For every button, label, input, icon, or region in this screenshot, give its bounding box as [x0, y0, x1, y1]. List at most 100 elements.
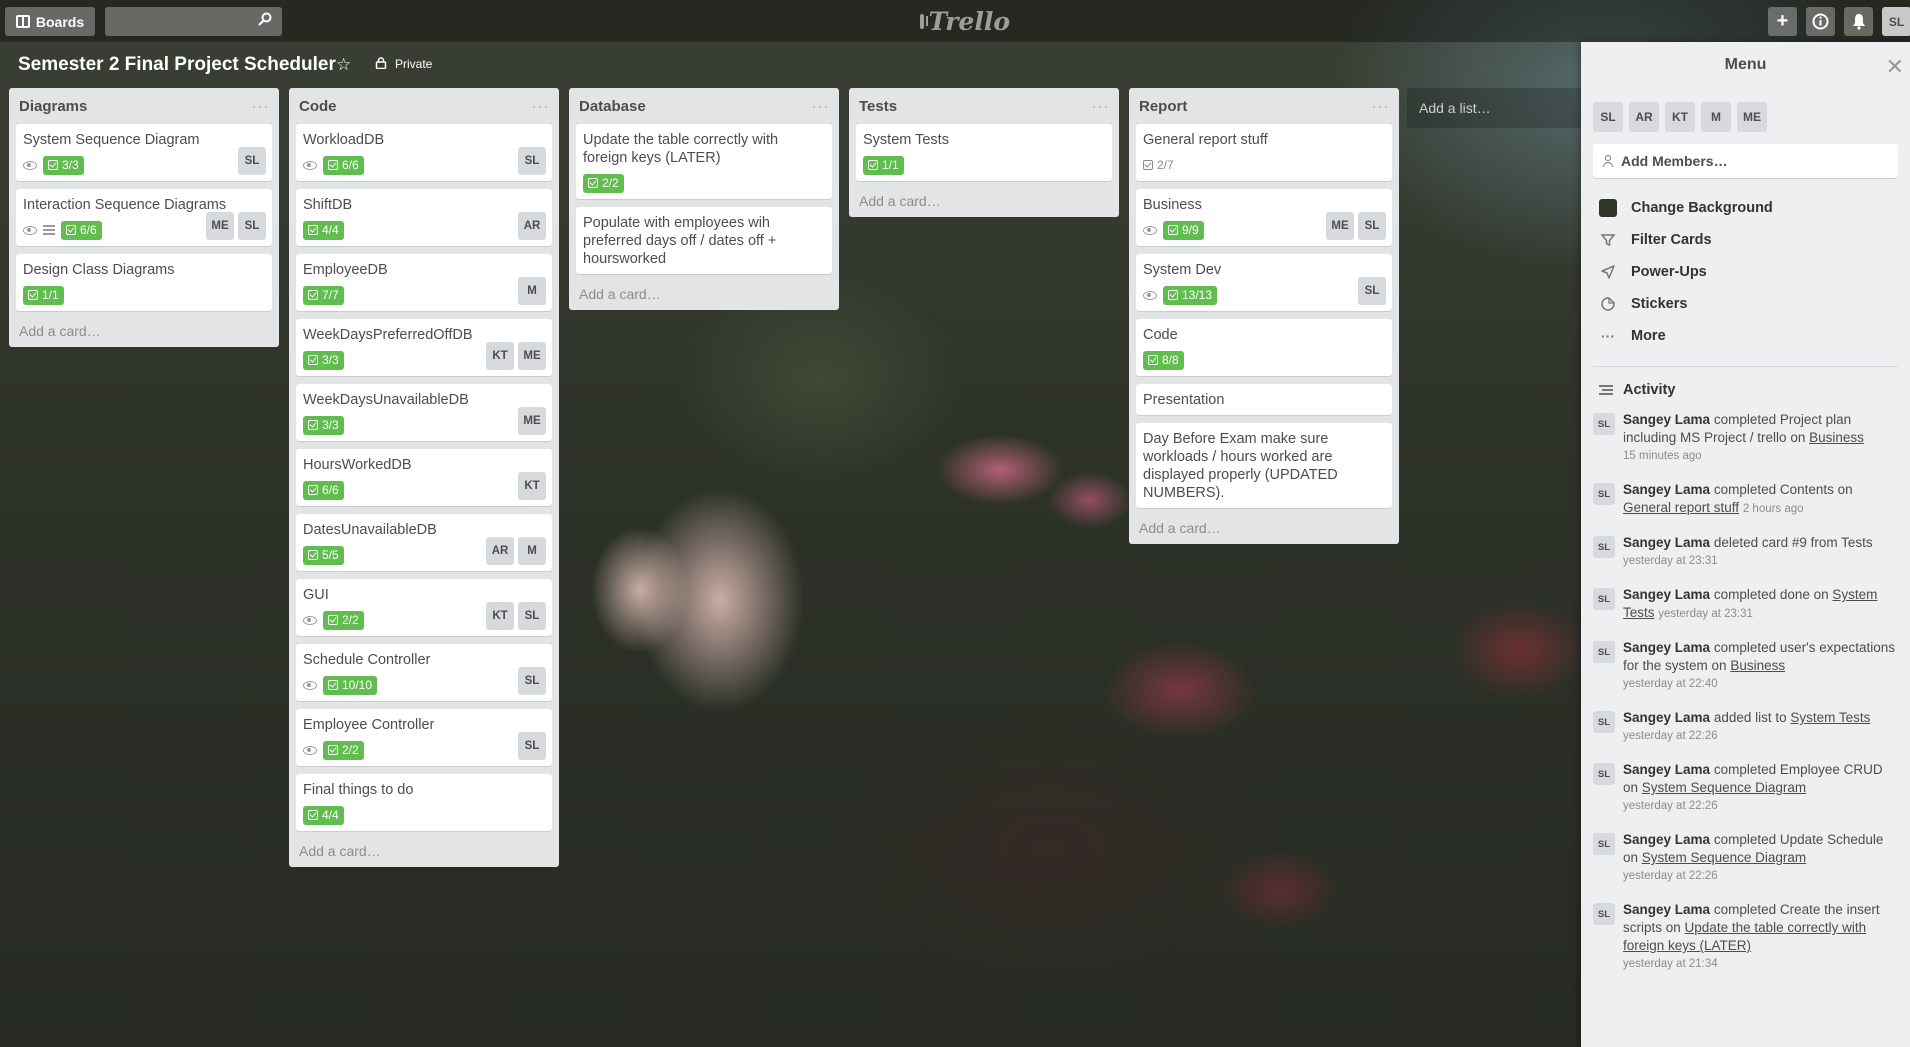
search-input[interactable] [105, 7, 282, 36]
member-avatar[interactable]: M [1701, 102, 1731, 132]
card[interactable]: HoursWorkedDB 6/6 KT [296, 449, 552, 506]
member-avatar[interactable]: ME [518, 342, 546, 370]
activity-time[interactable]: 2 hours ago [1743, 503, 1804, 515]
list-menu-icon[interactable]: ··· [1092, 98, 1109, 114]
member-avatar[interactable]: KT [486, 342, 514, 370]
activity-card-link[interactable]: Business [1730, 658, 1785, 673]
activity-time[interactable]: yesterday at 22:26 [1623, 797, 1898, 815]
card[interactable]: ShiftDB 4/4 AR [296, 189, 552, 246]
list-menu-icon[interactable]: ··· [532, 98, 549, 114]
member-avatar[interactable]: SL [518, 732, 546, 760]
member-avatar[interactable]: M [518, 537, 546, 565]
add-button[interactable]: + [1768, 7, 1797, 36]
card[interactable]: WeekDaysPreferredOffDB 3/3 KT ME [296, 319, 552, 376]
card[interactable]: Day Before Exam make sure workloads / ho… [1136, 423, 1392, 508]
card[interactable]: System Sequence Diagram 3/3 SL [16, 124, 272, 181]
stickers-item[interactable]: Stickers [1593, 288, 1898, 320]
add-card-button[interactable]: Add a card… [576, 282, 832, 302]
card[interactable]: System Dev 13/13 SL [1136, 254, 1392, 311]
member-avatar[interactable]: KT [518, 472, 546, 500]
member-avatar[interactable]: SL [238, 147, 266, 175]
member-avatar[interactable]: SL [1593, 711, 1615, 733]
card[interactable]: Schedule Controller 10/10 SL [296, 644, 552, 701]
list-title[interactable]: Diagrams [19, 98, 87, 115]
change-background-item[interactable]: Change Background [1593, 192, 1898, 224]
activity-time[interactable]: yesterday at 22:26 [1623, 727, 1870, 745]
card[interactable]: GUI 2/2 KT SL [296, 579, 552, 636]
card[interactable]: Interaction Sequence Diagrams 6/6 ME SL [16, 189, 272, 246]
activity-member[interactable]: Sangey Lama [1623, 710, 1710, 725]
member-avatar[interactable]: SL [1593, 483, 1615, 505]
card[interactable]: WorkloadDB 6/6 SL [296, 124, 552, 181]
power-ups-item[interactable]: Power-Ups [1593, 256, 1898, 288]
activity-member[interactable]: Sangey Lama [1623, 832, 1710, 847]
list-title[interactable]: Code [299, 98, 337, 115]
member-avatar[interactable]: SL [1593, 536, 1615, 558]
add-card-button[interactable]: Add a card… [1136, 516, 1392, 536]
member-avatar[interactable]: ME [518, 407, 546, 435]
activity-member[interactable]: Sangey Lama [1623, 482, 1710, 497]
member-avatar[interactable]: M [518, 277, 546, 305]
activity-card-link[interactable]: General report stuff [1623, 500, 1739, 515]
list-title[interactable]: Report [1139, 98, 1187, 115]
add-card-button[interactable]: Add a card… [296, 839, 552, 859]
activity-member[interactable]: Sangey Lama [1623, 587, 1710, 602]
member-avatar[interactable]: SL [1593, 641, 1615, 663]
activity-card-link[interactable]: System Tests [1790, 710, 1870, 725]
card[interactable]: Design Class Diagrams 1/1 [16, 254, 272, 311]
member-avatar[interactable]: SL [1593, 763, 1615, 785]
activity-time[interactable]: yesterday at 22:26 [1623, 867, 1898, 885]
add-members-button[interactable]: Add Members… [1593, 144, 1898, 178]
notifications-button[interactable] [1844, 7, 1873, 36]
activity-member[interactable]: Sangey Lama [1623, 412, 1710, 427]
card[interactable]: DatesUnavailableDB 5/5 AR M [296, 514, 552, 571]
close-icon[interactable]: ✕ [1886, 54, 1904, 80]
activity-time[interactable]: yesterday at 23:31 [1658, 608, 1753, 620]
card[interactable]: Business 9/9 ME SL [1136, 189, 1392, 246]
add-card-button[interactable]: Add a card… [856, 189, 1112, 209]
card[interactable]: Presentation [1136, 384, 1392, 415]
member-avatar[interactable]: ME [206, 212, 234, 240]
boards-button[interactable]: Boards [5, 7, 95, 36]
member-avatar[interactable]: SL [518, 667, 546, 695]
activity-time[interactable]: yesterday at 21:34 [1623, 955, 1898, 973]
member-avatar[interactable]: SL [1593, 413, 1615, 435]
list-menu-icon[interactable]: ··· [252, 98, 269, 114]
list-menu-icon[interactable]: ··· [812, 98, 829, 114]
trello-logo[interactable]: Trello [920, 6, 1010, 36]
card[interactable]: Update the table correctly with foreign … [576, 124, 832, 199]
member-avatar[interactable]: KT [1665, 102, 1695, 132]
info-button[interactable] [1806, 7, 1835, 36]
activity-member[interactable]: Sangey Lama [1623, 762, 1710, 777]
activity-card-link[interactable]: System Sequence Diagram [1642, 850, 1806, 865]
member-avatar[interactable]: SL [1593, 833, 1615, 855]
member-avatar[interactable]: SL [518, 147, 546, 175]
member-avatar[interactable]: SL [1358, 277, 1386, 305]
activity-member[interactable]: Sangey Lama [1623, 640, 1710, 655]
card[interactable]: Populate with employees wih preferred da… [576, 207, 832, 274]
member-avatar[interactable]: SL [1593, 102, 1623, 132]
board-title[interactable]: Semester 2 Final Project Scheduler [18, 54, 336, 76]
list-menu-icon[interactable]: ··· [1372, 98, 1389, 114]
member-avatar[interactable]: SL [1593, 588, 1615, 610]
member-avatar[interactable]: SL [238, 212, 266, 240]
card[interactable]: System Tests 1/1 [856, 124, 1112, 181]
member-avatar[interactable]: ME [1326, 212, 1354, 240]
member-avatar[interactable]: AR [486, 537, 514, 565]
member-avatar[interactable]: KT [486, 602, 514, 630]
user-avatar[interactable]: SL [1882, 7, 1910, 36]
list-title[interactable]: Tests [859, 98, 897, 115]
member-avatar[interactable]: AR [1629, 102, 1659, 132]
star-icon[interactable]: ☆ [336, 55, 351, 75]
add-list-button[interactable]: Add a list… [1407, 88, 1593, 128]
activity-card-link[interactable]: System Sequence Diagram [1642, 780, 1806, 795]
activity-member[interactable]: Sangey Lama [1623, 535, 1710, 550]
member-avatar[interactable]: SL [518, 602, 546, 630]
member-avatar[interactable]: SL [1593, 903, 1615, 925]
filter-cards-item[interactable]: Filter Cards [1593, 224, 1898, 256]
list-title[interactable]: Database [579, 98, 646, 115]
search-icon[interactable] [258, 12, 272, 26]
member-avatar[interactable]: ME [1737, 102, 1767, 132]
activity-time[interactable]: 15 minutes ago [1623, 447, 1898, 465]
privacy-label[interactable]: Private [395, 57, 432, 71]
